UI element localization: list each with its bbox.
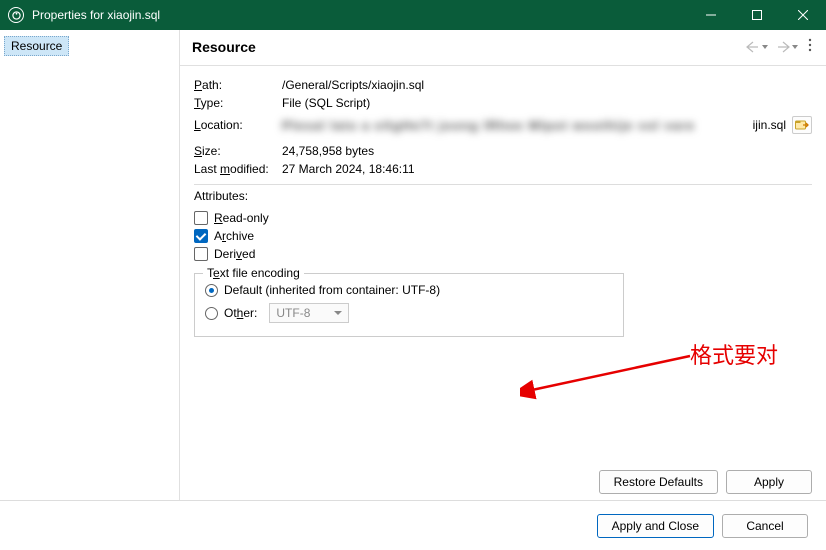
path-value: /General/Scripts/xiaojin.sql: [282, 78, 812, 92]
separator: [194, 184, 812, 185]
dialog-footer: Apply and Close Cancel: [0, 500, 826, 550]
size-label: Size:: [194, 144, 282, 158]
archive-checkbox-row[interactable]: Archive: [194, 227, 812, 245]
window-title: Properties for xiaojin.sql: [32, 8, 688, 22]
body-area: Resource Resource: [0, 30, 826, 500]
annotation-text: 格式要对: [690, 338, 778, 370]
modified-label: Last modified:: [194, 162, 282, 176]
apply-button[interactable]: Apply: [726, 470, 812, 494]
page-title: Resource: [192, 39, 256, 55]
main-header: Resource: [180, 30, 826, 66]
maximize-button[interactable]: [734, 0, 780, 30]
location-value: Plesal lato a eXgHe7t joong lRhee Mlpot …: [282, 117, 749, 133]
titlebar: Properties for xiaojin.sql: [0, 0, 826, 30]
sidebar-item-resource[interactable]: Resource: [4, 36, 69, 56]
nav-back-icon[interactable]: [746, 41, 760, 53]
content-area: Path: /General/Scripts/xiaojin.sql Type:…: [180, 66, 826, 462]
restore-defaults-button[interactable]: Restore Defaults: [599, 470, 718, 494]
modified-value: 27 March 2024, 18:46:11: [282, 162, 812, 176]
location-suffix: ijin.sql: [753, 118, 786, 132]
encoding-default-row[interactable]: Default (inherited from container: UTF-8…: [205, 280, 613, 300]
apply-and-close-button[interactable]: Apply and Close: [597, 514, 714, 538]
size-value: 24,758,958 bytes: [282, 144, 812, 158]
encoding-other-row[interactable]: Other: UTF-8: [205, 300, 613, 326]
attributes-label: Attributes:: [194, 189, 812, 203]
type-value: File (SQL Script): [282, 96, 812, 110]
archive-label: Archive: [214, 229, 254, 243]
archive-checkbox[interactable]: [194, 229, 208, 243]
chevron-down-icon[interactable]: [792, 45, 798, 49]
encoding-other-label: Other:: [224, 306, 257, 320]
minimize-button[interactable]: [688, 0, 734, 30]
main-footer: Restore Defaults Apply: [180, 462, 826, 500]
path-label: Path:: [194, 78, 282, 92]
sidebar: Resource: [0, 30, 180, 500]
readonly-checkbox[interactable]: [194, 211, 208, 225]
show-in-explorer-button[interactable]: [792, 116, 812, 134]
encoding-fieldset: Text file encoding Default (inherited fr…: [194, 273, 624, 337]
cancel-button[interactable]: Cancel: [722, 514, 808, 538]
readonly-checkbox-row[interactable]: Read-only: [194, 209, 812, 227]
menu-dots-icon[interactable]: [806, 38, 814, 55]
location-label: Location:: [194, 118, 282, 132]
derived-checkbox[interactable]: [194, 247, 208, 261]
nav-controls: [746, 38, 814, 55]
window-controls: [688, 0, 826, 30]
encoding-other-radio[interactable]: [205, 307, 218, 320]
derived-label: Derived: [214, 247, 255, 261]
type-label: Type:: [194, 96, 282, 110]
close-button[interactable]: [780, 0, 826, 30]
readonly-label: Read-only: [214, 211, 269, 225]
encoding-other-combo[interactable]: UTF-8: [269, 303, 349, 323]
encoding-default-radio[interactable]: [205, 284, 218, 297]
encoding-default-label: Default (inherited from container: UTF-8…: [224, 283, 440, 297]
main-panel: Resource Pa: [180, 30, 826, 500]
app-icon: [8, 7, 24, 23]
chevron-down-icon[interactable]: [762, 45, 768, 49]
derived-checkbox-row[interactable]: Derived: [194, 245, 812, 263]
annotation-arrow: [520, 344, 700, 414]
encoding-legend: Text file encoding: [203, 266, 304, 280]
nav-forward-icon[interactable]: [776, 41, 790, 53]
